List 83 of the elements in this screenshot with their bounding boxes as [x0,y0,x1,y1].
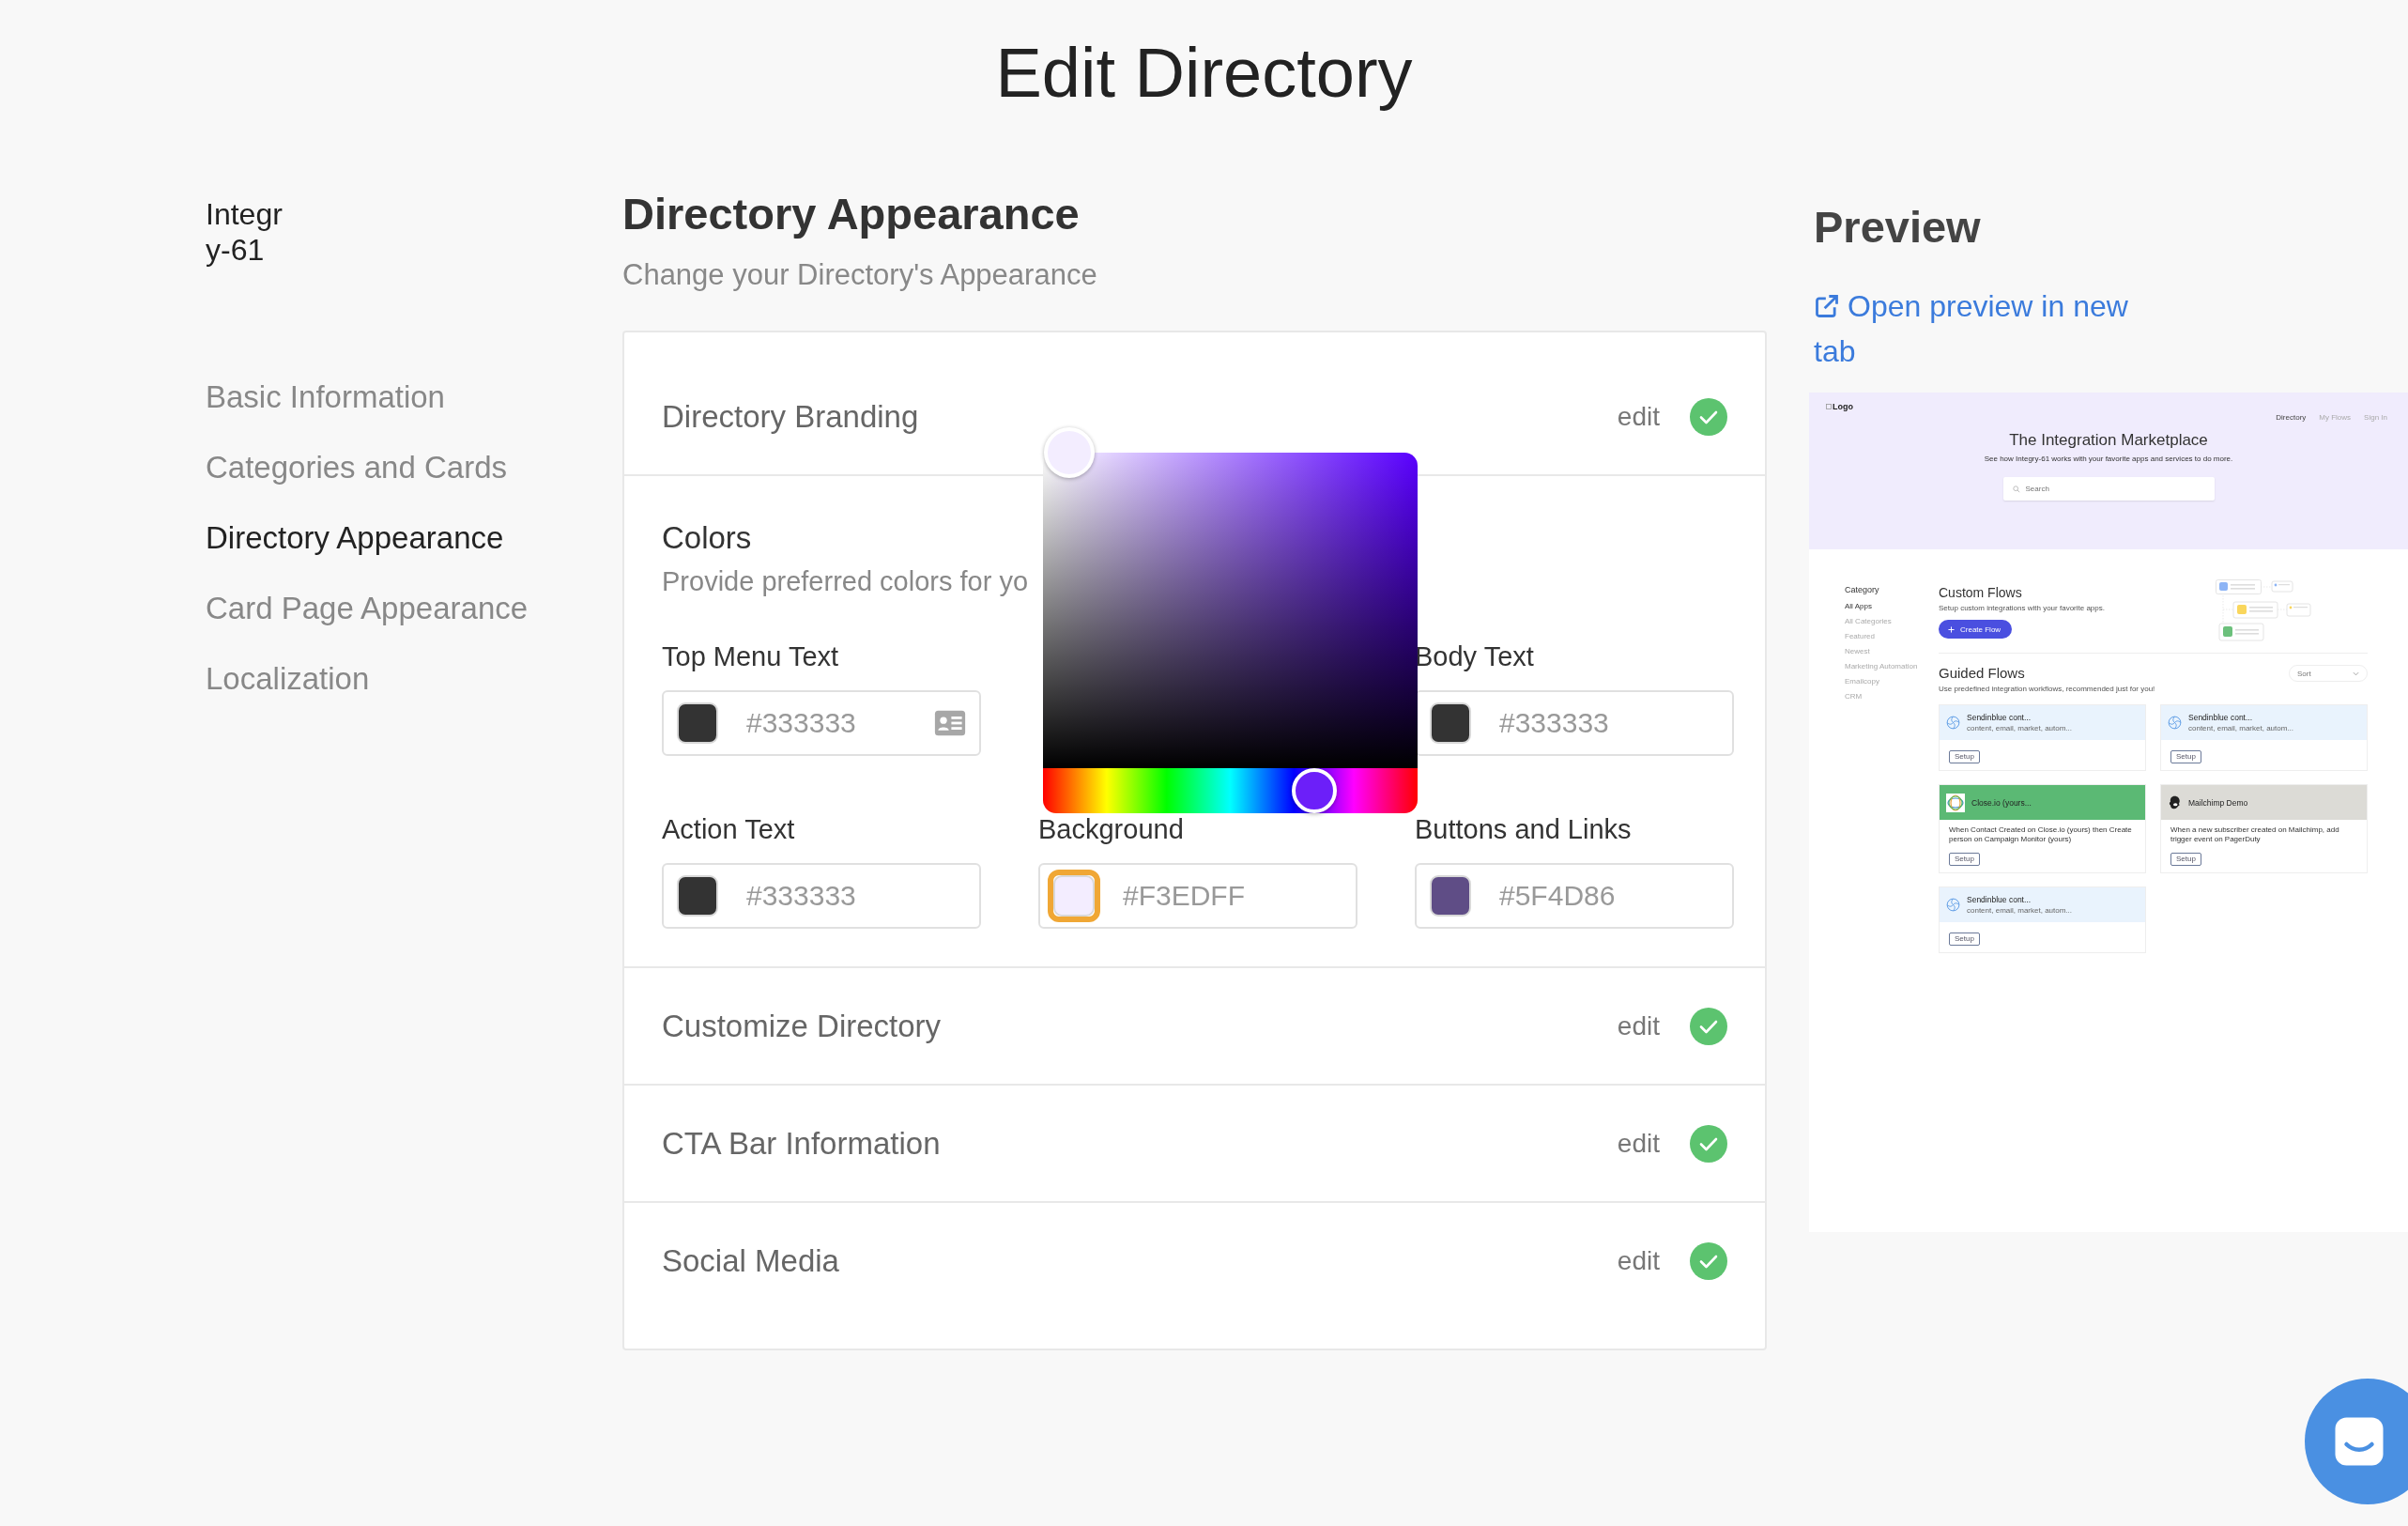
edit-link[interactable]: edit [1617,1128,1660,1159]
logo-alt-text: Logo [1833,402,1853,411]
preview-heading: Preview [1814,201,1982,254]
flow-card[interactable]: Close.io (yours... When Contact Created on Close.io (yours) then Create person on Campaign Monitor (yours) Setup [1939,784,2146,873]
setup-button[interactable]: Setup [2170,750,2201,763]
color-field[interactable]: #5F4D86 [1415,863,1734,929]
guided-flows-title: Guided Flows [1939,665,2026,681]
search-field[interactable]: Search [2002,477,2215,501]
nav-link[interactable]: Directory [2276,413,2307,422]
category-item[interactable]: Featured [1845,632,1876,641]
page-title: Edit Directory [994,33,1414,113]
sidebar-item[interactable]: Card Page Appearance [206,590,529,627]
color-gradient-field[interactable] [1043,453,1418,768]
category-item[interactable]: Marketing Automation [1845,662,1918,671]
card-tags: content, email, market, autom... [1967,906,2073,915]
section-title: CTA Bar Information [662,1125,942,1162]
sidebar-item[interactable]: Localization [206,660,370,698]
field-label: Top Menu Text [662,640,840,673]
card-title: Close.io (yours... [1971,797,2032,808]
hue-slider[interactable] [1043,768,1418,813]
swirl-icon [1946,716,1960,730]
category-item[interactable]: All Categories [1845,617,1892,626]
colors-title: Colors [662,519,753,557]
sidebar-item[interactable]: Categories and Cards [206,449,507,486]
card-tags: content, email, market, autom... [2188,724,2294,732]
category-heading: Category [1845,585,1879,594]
card-title: Sendinblue cont... [1967,895,2032,904]
category-item[interactable]: Newest [1845,647,1870,656]
plus-icon [1948,625,1955,633]
color-field[interactable]: #F3EDFF [1038,863,1357,929]
hue-slider-thumb[interactable] [1292,768,1338,813]
section-heading: Directory Appearance [622,188,1081,240]
color-field[interactable]: #333333 [662,690,981,756]
section-title: Social Media [662,1242,840,1279]
open-preview-link[interactable]: Open preview in new tab [1814,284,2138,374]
guided-flows-subtitle: Use predefined integration workflows, recommended just for you! [1939,685,2155,693]
setup-button[interactable]: Setup [1949,933,1980,946]
external-link-icon [1814,293,1840,319]
orbit-icon [1946,793,1965,812]
colors-description: Provide preferred colors for yo [662,565,1030,598]
sidebar-item[interactable]: Basic Information [206,378,445,416]
category-item[interactable]: All Apps [1845,602,1872,611]
section-title: Directory Branding [662,398,920,435]
edit-link[interactable]: edit [1617,1245,1660,1276]
flow-card[interactable]: Sendinblue cont... content, email, market, autom... Setup [1939,704,2146,771]
broken-image-icon [1826,404,1832,409]
search-icon [2012,485,2020,493]
flow-card[interactable]: Mailchimp Demo When a new subscriber created on Mailchimp, add trigger event on PagerDuty Setup [2160,784,2368,873]
hero-subtitle: See how Integry-61 works with your favorite apps and services to do more. [1984,455,2233,463]
chevron-down-icon [2353,671,2359,676]
monkey-head-icon [2168,795,2182,809]
field-label: Buttons and Links [1415,813,1633,846]
color-field[interactable]: #333333 [1415,690,1734,756]
setup-button[interactable]: Setup [1949,853,1980,866]
field-label: Action Text [662,813,796,846]
category-item[interactable]: Emailcopy [1845,677,1879,686]
hero-title: The Integration Marketplace [2009,431,2208,450]
flow-card[interactable]: Sendinblue cont... content, email, market, autom... Setup [1939,886,2146,953]
edit-link[interactable]: edit [1617,401,1660,432]
sidebar-item[interactable]: Directory Appearance [206,519,504,557]
swirl-icon [1946,898,1960,912]
setup-button[interactable]: Setup [1949,750,1980,763]
flow-card[interactable]: Sendinblue cont... content, email, market, autom... Setup [2160,704,2368,771]
section-title: Customize Directory [662,1008,943,1044]
field-label: Background [1038,813,1185,846]
swirl-icon [2168,716,2182,730]
card-tags: content, email, market, autom... [1967,724,2073,732]
card-title: Sendinblue cont... [2188,713,2254,722]
card-title: Mailchimp Demo [2188,797,2248,808]
color-field[interactable]: #333333 [662,863,981,929]
card-title: Sendinblue cont... [1967,713,2032,722]
field-label: Body Text [1415,640,1535,673]
edit-link[interactable]: edit [1617,1010,1660,1041]
custom-flows-title: Custom Flows [1939,585,2023,600]
account-name: Integry-61 [206,196,284,268]
custom-flows-subtitle: Setup custom integrations with your favorite apps. [1939,604,2105,612]
setup-button[interactable]: Setup [2170,853,2201,866]
card-description: When Contact Created on Close.io (yours) then Create person on Campaign Monitor (yours) [1949,825,2133,844]
section-subheading: Change your Directory's Appearance [622,257,1098,293]
create-flow-button[interactable]: Create Flow [1939,620,2013,639]
color-swatch[interactable] [1048,870,1100,922]
card-description: When a new subscriber created on Mailchimp, add trigger event on PagerDuty [2170,825,2340,844]
category-item[interactable]: CRM [1845,692,1863,701]
